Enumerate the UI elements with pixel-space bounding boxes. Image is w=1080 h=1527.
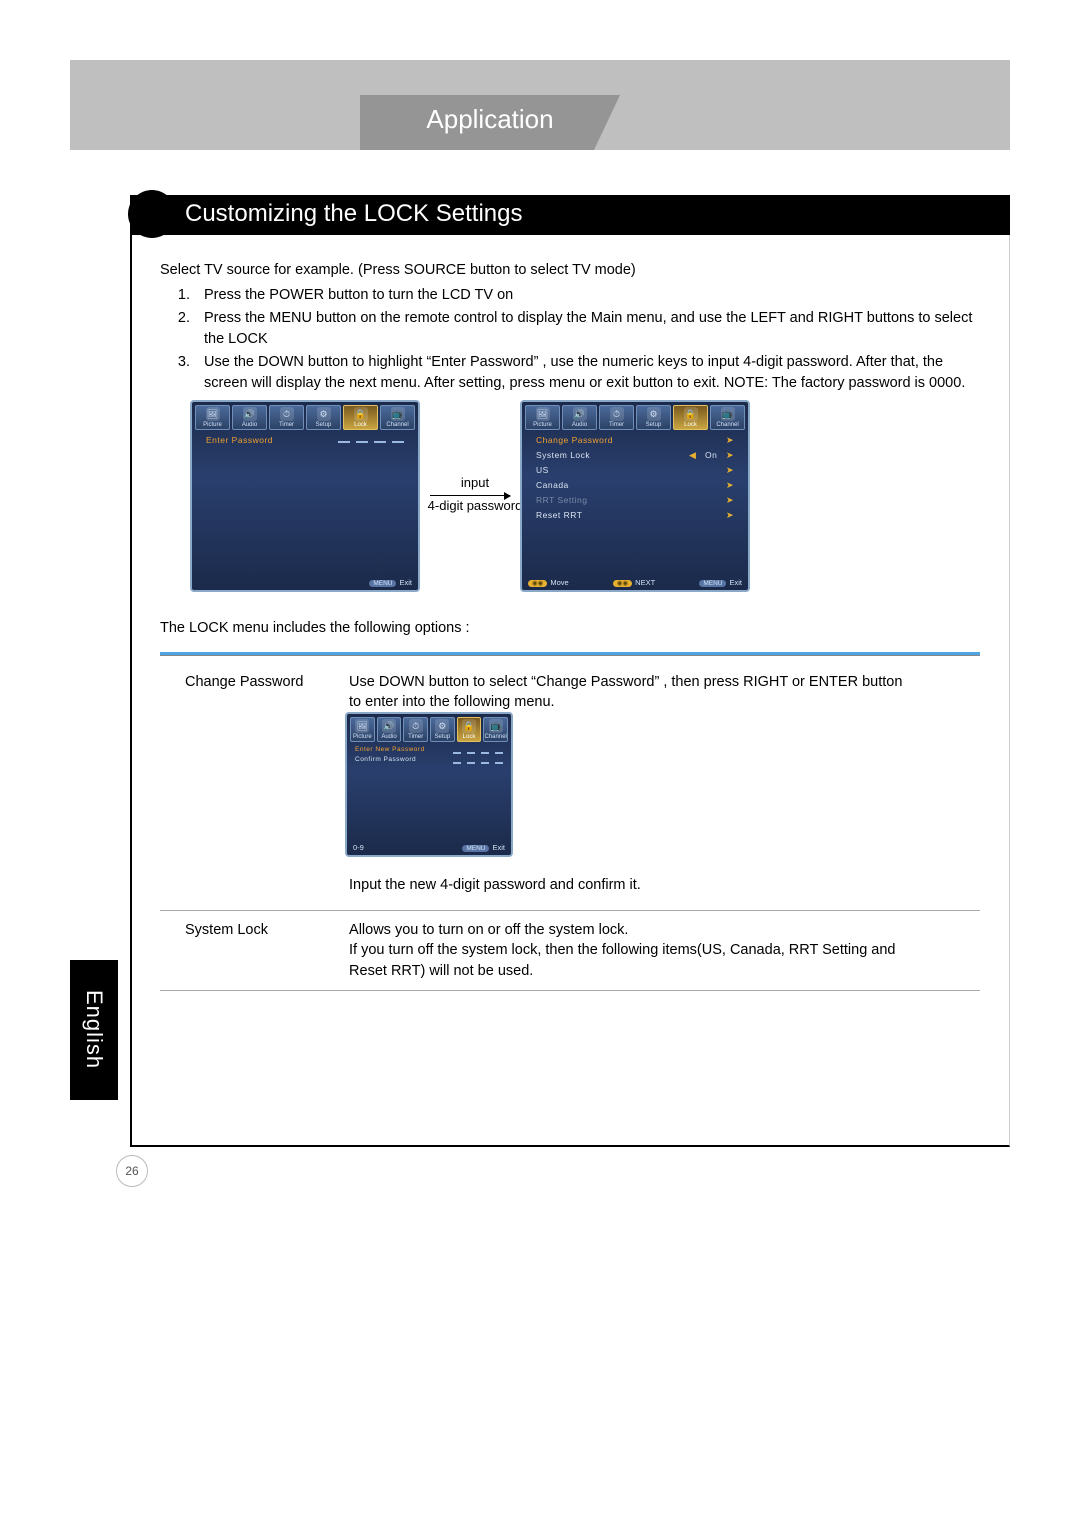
osd-footer: ◉◉Move ◉◉NEXT MENUExit	[528, 578, 742, 587]
osd-tab-timer: ⏱Timer	[269, 405, 304, 430]
osd-tabs: 🖼Picture 🔊Audio ⏱Timer ⚙Setup 🔒Lock 📺Cha…	[522, 402, 748, 433]
lock-icon: 🔒	[354, 407, 368, 421]
channel-icon: 📺	[489, 719, 503, 733]
arrow-sub-label: 4-digit password	[420, 498, 530, 514]
password-slots	[453, 756, 503, 764]
osd-tab-channel: 📺Channel	[483, 717, 508, 742]
osd-tab-lock: 🔒Lock	[457, 717, 482, 742]
osd-tabs: 🖼Picture 🔊Audio ⏱Timer ⚙Setup 🔒Lock 📺Cha…	[192, 402, 418, 433]
chevron-left-icon: ◀	[689, 450, 696, 460]
audio-icon: 🔊	[382, 719, 396, 733]
chevron-right-icon: ➤	[726, 495, 734, 506]
option-label: Change Password	[185, 672, 345, 692]
arrow-icon	[430, 495, 510, 496]
osd-enter-password: 🖼Picture 🔊Audio ⏱Timer ⚙Setup 🔒Lock 📺Cha…	[190, 400, 420, 592]
osd-tab-audio: 🔊Audio	[562, 405, 597, 430]
divider	[160, 990, 980, 991]
osd-footer: 0-9 MENUExit	[353, 843, 505, 852]
timer-icon: ⏱	[409, 719, 423, 733]
option-desc: Use DOWN button to select “Change Passwo…	[349, 672, 909, 713]
option-desc: Allows you to turn on or off the system …	[349, 920, 909, 981]
osd-footer: MENUExit	[198, 578, 412, 587]
setup-icon: ⚙	[435, 719, 449, 733]
picture-icon: 🖼	[536, 407, 550, 421]
lock-icon: 🔒	[462, 719, 476, 733]
chevron-right-icon: ➤	[726, 450, 734, 460]
osd-row-change-password: Change Password➤	[522, 433, 748, 448]
setup-icon: ⚙	[647, 407, 661, 421]
chevron-right-icon: ➤	[726, 435, 734, 446]
arrow-label: input	[430, 475, 520, 491]
channel-icon: 📺	[391, 407, 405, 421]
osd-tab-channel: 📺Channel	[710, 405, 745, 430]
osd-row-system-lock: System Lock◀ On ➤	[522, 448, 748, 463]
menu-key-icon: MENU	[462, 845, 489, 852]
option-change-password-tail: Input the new 4-digit password and confi…	[185, 875, 980, 895]
picture-icon: 🖼	[206, 407, 220, 421]
menu-key-icon: MENU	[369, 580, 396, 587]
divider	[160, 910, 980, 911]
osd-row-enter-new: Enter New Password	[347, 745, 511, 755]
lock-icon: 🔒	[684, 407, 698, 421]
osd-row-confirm: Confirm Password	[347, 755, 511, 765]
audio-icon: 🔊	[573, 407, 587, 421]
osd-tab-setup: ⚙Setup	[636, 405, 671, 430]
option-change-password: Change Password Use DOWN button to selec…	[185, 672, 980, 713]
osd-tab-audio: 🔊Audio	[377, 717, 402, 742]
picture-icon: 🖼	[355, 719, 369, 733]
body-text: Select TV source for example. (Press SOU…	[160, 260, 980, 396]
option-system-lock: System Lock Allows you to turn on or off…	[185, 920, 980, 981]
password-slots	[338, 435, 404, 445]
osd-tab-picture: 🖼Picture	[525, 405, 560, 430]
steps-list: Press the POWER button to turn the LCD T…	[160, 285, 980, 394]
setup-icon: ⚙	[317, 407, 331, 421]
dpad-icon: ◉◉	[613, 580, 632, 587]
osd-tab-timer: ⏱Timer	[599, 405, 634, 430]
osd-tab-channel: 📺Channel	[380, 405, 415, 430]
channel-icon: 📺	[721, 407, 735, 421]
chevron-right-icon: ➤	[726, 465, 734, 476]
dpad-icon: ◉◉	[528, 580, 547, 587]
step-3: Use the DOWN button to highlight “Enter …	[194, 352, 980, 394]
osd-tab-lock: 🔒Lock	[673, 405, 708, 430]
osd-tab-picture: 🖼Picture	[195, 405, 230, 430]
menu-key-icon: MENU	[699, 580, 726, 587]
app-title-tab: Application	[360, 95, 620, 150]
osd-tab-lock: 🔒Lock	[343, 405, 378, 430]
osd-tab-audio: 🔊Audio	[232, 405, 267, 430]
password-slots	[453, 746, 503, 754]
step-1: Press the POWER button to turn the LCD T…	[194, 285, 980, 306]
chevron-right-icon: ➤	[726, 480, 734, 491]
chevron-right-icon: ➤	[726, 510, 734, 521]
option-label: System Lock	[185, 920, 345, 940]
section-bullet-icon	[128, 190, 176, 238]
step-2: Press the MENU button on the remote cont…	[194, 308, 980, 350]
osd-row-us: US➤	[522, 463, 748, 478]
section-title: Customizing the LOCK Settings	[185, 200, 523, 228]
osd-row-rrt-setting: RRT Setting➤	[522, 493, 748, 508]
osd-tab-picture: 🖼Picture	[350, 717, 375, 742]
osd-tab-timer: ⏱Timer	[403, 717, 428, 742]
osd-lock-menu: 🖼Picture 🔊Audio ⏱Timer ⚙Setup 🔒Lock 📺Cha…	[520, 400, 750, 592]
timer-icon: ⏱	[610, 407, 624, 421]
osd-change-password: 🖼Picture 🔊Audio ⏱Timer ⚙Setup 🔒Lock 📺Cha…	[345, 712, 513, 857]
timer-icon: ⏱	[280, 407, 294, 421]
osd-row-enter-password: Enter Password	[192, 433, 418, 447]
osd-row-canada: Canada➤	[522, 478, 748, 493]
divider-accent	[160, 652, 980, 656]
intro-line: Select TV source for example. (Press SOU…	[160, 260, 980, 281]
options-intro: The LOCK menu includes the following opt…	[160, 620, 470, 636]
language-tab: English	[70, 960, 118, 1100]
osd-tab-setup: ⚙Setup	[306, 405, 341, 430]
osd-tabs: 🖼Picture 🔊Audio ⏱Timer ⚙Setup 🔒Lock 📺Cha…	[347, 714, 511, 745]
audio-icon: 🔊	[243, 407, 257, 421]
osd-tab-setup: ⚙Setup	[430, 717, 455, 742]
page-number: 26	[116, 1155, 148, 1187]
osd-row-reset-rrt: Reset RRT➤	[522, 508, 748, 523]
option-desc-2: Input the new 4-digit password and confi…	[349, 875, 909, 895]
